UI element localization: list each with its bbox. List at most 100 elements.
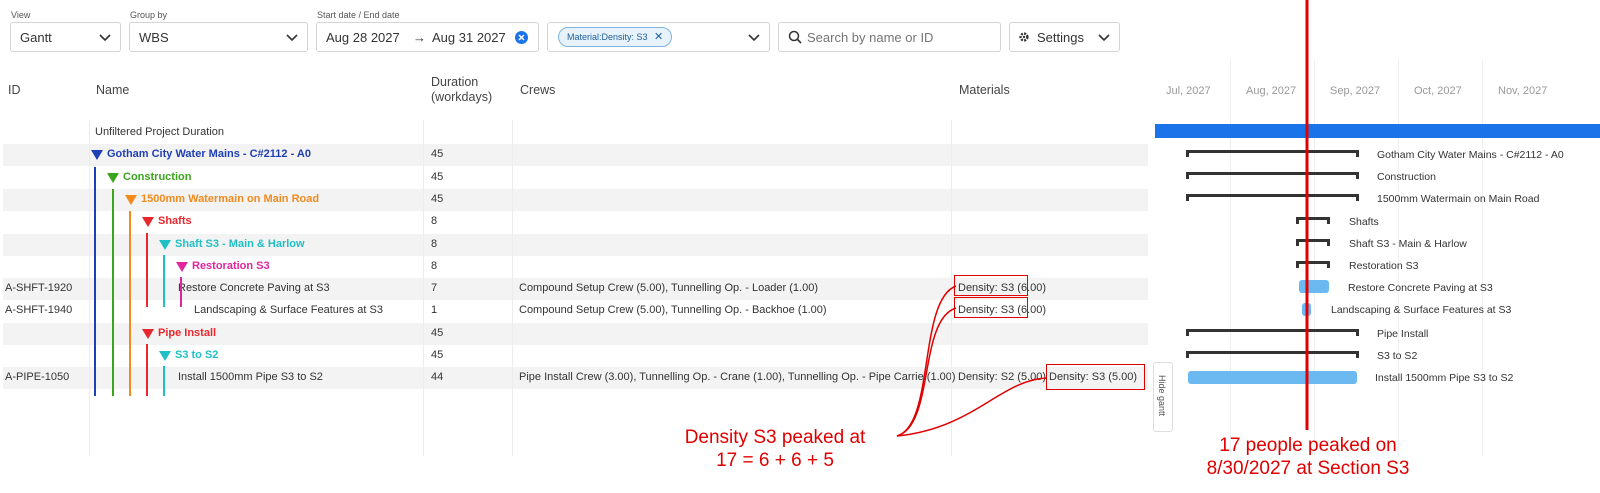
cell-duration: 45 — [431, 192, 444, 205]
people-peak-annotation: 17 people peaked on 8/30/2027 at Section… — [1178, 434, 1438, 480]
view-select[interactable]: Gantt — [10, 22, 121, 52]
cell-crews: Compound Setup Crew (5.00), Tunnelling O… — [519, 304, 827, 317]
gantt-bar-label: Construction — [1377, 171, 1436, 183]
month-gridline — [1398, 60, 1399, 456]
expand-triangle-icon[interactable] — [125, 194, 137, 205]
tree-line — [94, 167, 96, 396]
task-bar[interactable] — [1299, 280, 1329, 293]
cell-name: Install 1500mm Pipe S3 to S2 — [178, 371, 323, 384]
cell-duration: 45 — [431, 349, 444, 361]
filter-chip-label: Material:Density: S3 — [567, 32, 648, 42]
expand-triangle-icon[interactable] — [159, 351, 171, 361]
annotation-line: 17 = 6 + 6 + 5 — [716, 450, 834, 471]
table-row[interactable]: S3 to S2 45 — [3, 345, 1148, 367]
search-box[interactable] — [778, 22, 1001, 52]
hide-gantt-button[interactable]: Hide gantt — [1153, 362, 1173, 432]
gantt-bar-label: Shafts — [1349, 216, 1379, 228]
column-divider — [512, 120, 513, 456]
groupby-label: Group by — [130, 10, 168, 20]
gantt-bar-label: Pipe Install — [1377, 328, 1429, 340]
expand-triangle-icon[interactable] — [107, 172, 119, 183]
summary-bar[interactable] — [1186, 150, 1359, 157]
unfiltered-duration-bar — [1155, 124, 1600, 138]
cell-materials: Density: S2 (5.00) — [958, 371, 1047, 384]
month-gridline — [1230, 60, 1231, 456]
tree-line — [112, 189, 114, 396]
material-filter-select[interactable]: Material:Density: S3 ✕ — [547, 22, 770, 52]
tree-line — [163, 255, 165, 307]
highlight-box — [954, 297, 1028, 318]
summary-bar[interactable] — [1296, 261, 1330, 268]
table-row[interactable]: 1500mm Watermain on Main Road 45 — [3, 188, 1148, 211]
cell-duration: 8 — [431, 259, 438, 272]
end-date: Aug 31 2027 — [432, 30, 506, 45]
expand-triangle-icon[interactable] — [159, 239, 171, 250]
chevron-down-icon — [748, 34, 760, 42]
date-range-input[interactable]: Aug 28 2027 → Aug 31 2027 — [316, 22, 539, 52]
col-header-duration-line1: Duration — [431, 75, 479, 89]
toolbar: View Gantt Group by WBS Start date / End… — [0, 0, 1150, 60]
cell-name: Unfiltered Project Duration — [95, 126, 225, 138]
search-icon — [788, 30, 802, 44]
summary-bar[interactable] — [1186, 172, 1359, 179]
month-label: Nov, 2027 — [1498, 85, 1548, 97]
gantt-bar-label: Install 1500mm Pipe S3 to S2 — [1375, 372, 1514, 384]
cell-duration: 45 — [431, 170, 444, 183]
month-gridline — [1314, 60, 1315, 456]
tree-line — [146, 233, 148, 307]
cell-crews: Pipe Install Crew (3.00), Tunnelling Op.… — [519, 371, 956, 384]
table-row[interactable]: Unfiltered Project Duration — [3, 122, 1148, 144]
summary-bar[interactable] — [1186, 329, 1359, 336]
expand-triangle-icon[interactable] — [142, 328, 154, 339]
cell-duration: 1 — [431, 304, 438, 317]
table-row[interactable]: Shaft S3 - Main & Harlow 8 — [3, 233, 1148, 256]
table-row[interactable]: Shafts 8 — [3, 211, 1148, 233]
month-label: Sep, 2027 — [1330, 85, 1381, 97]
tree-line — [163, 366, 165, 396]
gantt-bar-label: S3 to S2 — [1377, 350, 1418, 362]
start-date: Aug 28 2027 — [326, 30, 400, 45]
table-row[interactable]: A-PIPE-1050 Install 1500mm Pipe S3 to S2 4… — [3, 367, 1148, 390]
view-value: Gantt — [20, 30, 52, 45]
density-peak-annotation: Density S3 peaked at 17 = 6 + 6 + 5 — [660, 426, 890, 472]
gear-icon — [1019, 32, 1029, 42]
date-range-label: Start date / End date — [317, 10, 400, 20]
expand-triangle-icon[interactable] — [142, 217, 154, 228]
summary-bar[interactable] — [1296, 217, 1330, 224]
task-bar[interactable] — [1302, 303, 1311, 316]
clear-date-icon[interactable] — [515, 31, 528, 44]
task-bar[interactable] — [1188, 371, 1357, 384]
cell-duration: 45 — [431, 148, 444, 161]
summary-bar[interactable] — [1296, 239, 1330, 246]
column-divider — [423, 120, 424, 456]
cell-id: A-SHFT-1940 — [5, 304, 73, 317]
table-row[interactable]: Construction 45 — [3, 167, 1148, 189]
expand-triangle-icon[interactable] — [176, 261, 188, 272]
cell-name: Restore Concrete Paving at S3 — [178, 282, 330, 295]
cell-duration: 7 — [431, 282, 438, 295]
cell-name: Landscaping & Surface Features at S3 — [194, 304, 383, 317]
chevron-down-icon — [286, 34, 298, 42]
summary-bar[interactable] — [1186, 351, 1359, 358]
expand-triangle-icon[interactable] — [91, 150, 103, 161]
schedule-grid: ID Name Duration (workdays) Crews Materi… — [3, 60, 1148, 456]
cell-id: A-PIPE-1050 — [5, 371, 70, 384]
gantt-chart: Jul, 2027 Aug, 2027 Sep, 2027 Oct, 2027 … — [1155, 60, 1600, 456]
settings-button[interactable]: Settings — [1009, 22, 1120, 52]
groupby-select[interactable]: WBS — [129, 22, 308, 52]
gantt-bar-label: Restoration S3 — [1349, 260, 1419, 272]
tree-line — [146, 344, 148, 396]
column-divider — [89, 120, 90, 456]
filter-chip[interactable]: Material:Density: S3 ✕ — [558, 27, 673, 47]
table-row[interactable]: Gotham City Water Mains - C#2112 - A0 45 — [3, 144, 1148, 167]
close-icon[interactable]: ✕ — [654, 31, 663, 43]
summary-bar[interactable] — [1186, 194, 1359, 201]
cell-name: Construction — [123, 170, 192, 183]
table-row[interactable]: Pipe Install 45 — [3, 322, 1148, 345]
gantt-bar-label: Gotham City Water Mains - C#2112 - A0 — [1377, 149, 1564, 161]
cell-name: Pipe Install — [158, 326, 217, 339]
month-label: Aug, 2027 — [1246, 85, 1297, 97]
hide-gantt-label: Hide gantt — [1157, 375, 1167, 417]
gantt-bar-label: Restore Concrete Paving at S3 — [1348, 282, 1493, 294]
search-input[interactable] — [807, 28, 992, 46]
